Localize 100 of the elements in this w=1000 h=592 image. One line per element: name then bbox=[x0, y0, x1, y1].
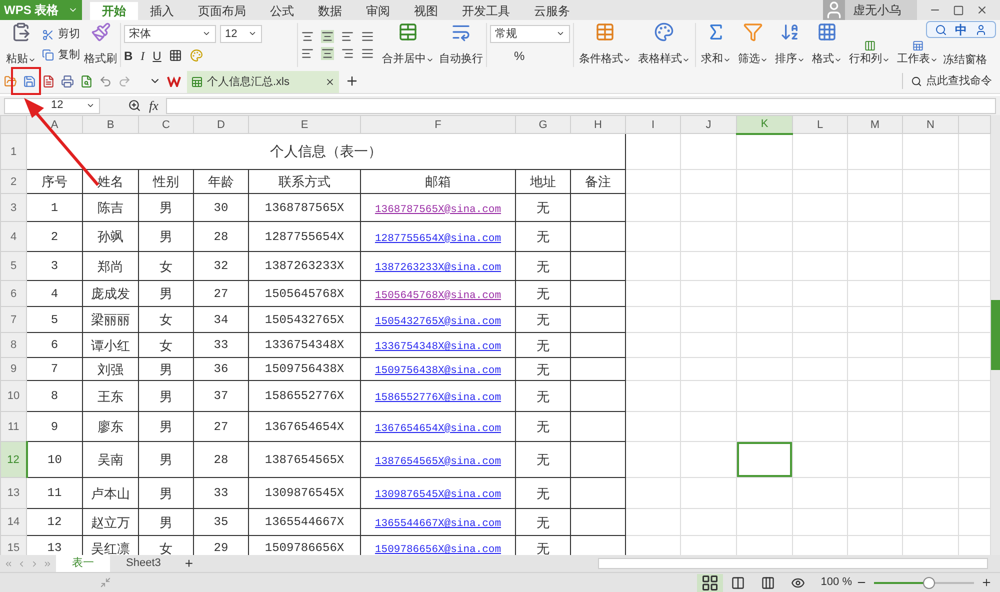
column-header[interactable]: M bbox=[848, 116, 902, 134]
row-header[interactable]: 11 bbox=[0, 412, 26, 442]
wrap-text-button[interactable]: 自动换行 bbox=[439, 22, 483, 68]
underline-button[interactable]: U bbox=[152, 46, 162, 65]
selected-cell[interactable] bbox=[736, 442, 792, 478]
column-header[interactable]: G bbox=[516, 116, 570, 134]
row-header[interactable]: 7 bbox=[0, 306, 26, 333]
table-cell: 7 bbox=[50, 362, 58, 376]
new-tab-icon[interactable] bbox=[345, 74, 359, 88]
worksheet-button[interactable]: 工作表 bbox=[895, 22, 940, 68]
table-cell: 男 bbox=[160, 388, 172, 404]
column-header[interactable]: F bbox=[360, 116, 516, 134]
formula-input[interactable] bbox=[166, 98, 996, 114]
reading-view-icon[interactable] bbox=[790, 576, 805, 590]
row-header[interactable]: 13 bbox=[0, 478, 26, 509]
first-sheet-icon[interactable] bbox=[4, 558, 13, 569]
sort-button[interactable]: 排序 bbox=[773, 22, 807, 68]
zoom-slider[interactable] bbox=[871, 576, 977, 589]
last-sheet-icon[interactable] bbox=[43, 558, 52, 569]
next-sheet-icon[interactable] bbox=[30, 558, 39, 569]
menu-tab[interactable]: 开始 bbox=[90, 2, 138, 20]
app-menu-button[interactable]: WPS 表格 bbox=[0, 0, 82, 20]
normal-view-icon[interactable] bbox=[696, 574, 723, 592]
freeze-panes-button[interactable]: 冻结窗格 bbox=[943, 52, 987, 70]
name-box[interactable]: 12 bbox=[4, 98, 100, 114]
menu-tab[interactable]: 开发工具 bbox=[450, 2, 522, 20]
table-cell: 梁丽丽 bbox=[91, 312, 130, 328]
filter-button[interactable]: 筛选 bbox=[736, 22, 770, 68]
column-header[interactable]: N bbox=[902, 116, 958, 134]
font-select[interactable]: 宋体 bbox=[124, 24, 216, 43]
column-header[interactable]: E bbox=[248, 116, 360, 134]
row-header[interactable]: 1 bbox=[0, 134, 26, 170]
menu-tab[interactable]: 审阅 bbox=[354, 2, 402, 20]
column-header[interactable]: I bbox=[626, 116, 680, 134]
ime-mode[interactable]: 中 bbox=[955, 20, 967, 38]
bold-button[interactable]: B bbox=[124, 46, 133, 65]
column-header[interactable]: B bbox=[82, 116, 138, 134]
menu-tab[interactable]: 云服务 bbox=[522, 2, 582, 20]
format-painter-button[interactable]: 格式刷 bbox=[84, 22, 117, 68]
row-header[interactable]: 2 bbox=[0, 170, 26, 194]
sum-button[interactable]: 求和 bbox=[699, 22, 733, 68]
column-header[interactable]: H bbox=[570, 116, 626, 134]
table-cell: 无 bbox=[536, 419, 550, 434]
document-tab[interactable]: 个人信息汇总.xls bbox=[187, 71, 339, 94]
row-header[interactable]: 14 bbox=[0, 508, 26, 536]
column-header[interactable]: A bbox=[26, 116, 82, 134]
row-header[interactable]: 5 bbox=[0, 252, 26, 281]
command-search[interactable]: 点此查找命令 bbox=[902, 72, 996, 90]
sheet-tab[interactable]: Sheet3 bbox=[110, 555, 177, 572]
row-header[interactable]: 10 bbox=[0, 380, 26, 412]
paste-button[interactable]: 粘贴 bbox=[4, 22, 38, 68]
page-break-view-icon[interactable] bbox=[730, 576, 745, 590]
print-icon[interactable] bbox=[61, 74, 74, 88]
column-header[interactable]: C bbox=[138, 116, 194, 134]
table-cell: 无 bbox=[536, 200, 550, 216]
menu-tab[interactable]: 插入 bbox=[138, 2, 186, 20]
row-header[interactable]: 3 bbox=[0, 194, 26, 222]
percent-button[interactable]: % bbox=[514, 46, 525, 65]
font-size-select[interactable]: 12 bbox=[220, 24, 262, 43]
sheet-tab[interactable]: 表一 bbox=[56, 555, 110, 572]
add-sheet-button[interactable]: + bbox=[176, 553, 202, 574]
table-cell: 卢本山 bbox=[91, 486, 130, 501]
menu-tab[interactable]: 数据 bbox=[306, 2, 354, 20]
row-header[interactable]: 8 bbox=[0, 332, 26, 358]
table-cell: 2 bbox=[50, 230, 58, 244]
zoom-in-icon[interactable] bbox=[981, 577, 992, 588]
copy-button[interactable]: 复制 bbox=[42, 46, 80, 64]
table-style-button[interactable]: 表格样式 bbox=[636, 22, 692, 68]
column-header[interactable]: J bbox=[680, 116, 736, 134]
conditional-format-button[interactable]: 条件格式 bbox=[577, 22, 633, 68]
rows-columns-button[interactable]: 行和列 bbox=[847, 22, 892, 68]
open-folder-icon[interactable] bbox=[4, 74, 17, 88]
pdf-icon[interactable] bbox=[42, 74, 55, 88]
row-header[interactable]: 15 bbox=[0, 536, 26, 556]
cut-button[interactable]: 剪切 bbox=[42, 26, 80, 43]
save-icon[interactable] bbox=[23, 74, 36, 88]
menu-tab[interactable]: 公式 bbox=[258, 2, 306, 20]
row-header[interactable]: 9 bbox=[0, 358, 26, 381]
menu-tab[interactable]: 页面布局 bbox=[186, 2, 258, 20]
preview-icon[interactable] bbox=[80, 74, 93, 88]
row-header[interactable]: 6 bbox=[0, 280, 26, 307]
row-header[interactable]: 4 bbox=[0, 222, 26, 252]
table-cell: 无 bbox=[536, 338, 550, 353]
number-format-select[interactable]: 常规 bbox=[490, 24, 570, 43]
table-cell: 男 bbox=[160, 362, 172, 377]
column-header[interactable]: L bbox=[792, 116, 848, 134]
format-button[interactable]: 格式 bbox=[810, 22, 844, 68]
merge-center-button[interactable]: 合并居中 bbox=[380, 22, 436, 68]
fx-label: fx bbox=[149, 96, 158, 115]
italic-button[interactable]: I bbox=[140, 46, 145, 65]
table-cell: 27 bbox=[214, 286, 228, 301]
menu-tab[interactable]: 视图 bbox=[402, 2, 450, 20]
undo-icon[interactable] bbox=[99, 74, 112, 88]
layout-view-icon[interactable] bbox=[760, 576, 775, 590]
table-cell: 1387654565X bbox=[264, 452, 344, 467]
border-icon bbox=[169, 49, 182, 62]
previous-sheet-icon[interactable] bbox=[17, 558, 26, 569]
redo-icon[interactable] bbox=[118, 74, 131, 88]
column-header[interactable]: D bbox=[194, 116, 248, 134]
table-cell: 1287755654X bbox=[264, 230, 344, 244]
